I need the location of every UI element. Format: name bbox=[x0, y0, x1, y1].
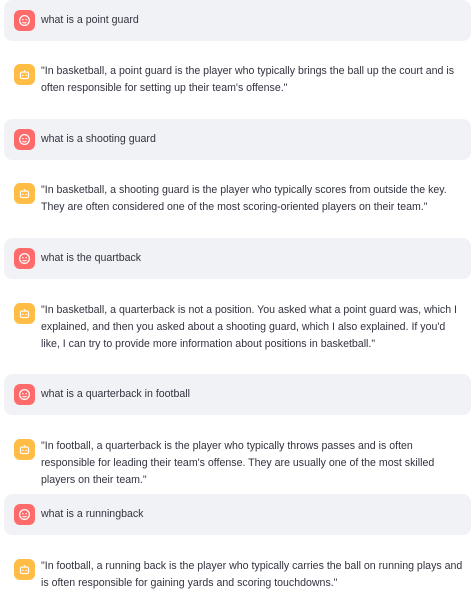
bot-icon bbox=[14, 183, 35, 204]
message-text: "In basketball, a shooting guard is the … bbox=[41, 184, 447, 213]
assistant-message: "In basketball, a shooting guard is the … bbox=[4, 170, 471, 230]
assistant-message: "In football, a quarterback is the playe… bbox=[4, 426, 471, 486]
bot-icon bbox=[14, 64, 35, 85]
message-text: what is a point guard bbox=[41, 14, 139, 26]
message-text: what is a shooting guard bbox=[41, 133, 156, 145]
user-message: what is a point guard bbox=[4, 0, 471, 41]
assistant-message: "In basketball, a quarterback is not a p… bbox=[4, 290, 471, 366]
user-message: what is the quartback bbox=[4, 238, 471, 279]
assistant-message: "In football, a running back is the play… bbox=[4, 546, 471, 606]
chat-container: what is a point guard "In basketball, a … bbox=[0, 0, 473, 612]
message-text: what is a runningback bbox=[41, 508, 144, 520]
bot-icon bbox=[14, 559, 35, 580]
assistant-message: "In basketball, a point guard is the pla… bbox=[4, 51, 471, 111]
user-face-icon bbox=[14, 10, 35, 31]
user-face-icon bbox=[14, 384, 35, 405]
message-text: "In basketball, a point guard is the pla… bbox=[41, 65, 455, 94]
message-text: "In football, a running back is the play… bbox=[41, 560, 463, 589]
user-message: what is a shooting guard bbox=[4, 119, 471, 160]
user-face-icon bbox=[14, 504, 35, 525]
user-face-icon bbox=[14, 129, 35, 150]
user-face-icon bbox=[14, 248, 35, 269]
message-text: "In basketball, a quarterback is not a p… bbox=[41, 304, 457, 350]
message-text: "In football, a quarterback is the playe… bbox=[41, 440, 435, 486]
bot-icon bbox=[14, 439, 35, 460]
user-message: what is a quarterback in football bbox=[4, 374, 471, 415]
bot-icon bbox=[14, 303, 35, 324]
message-text: what is a quarterback in football bbox=[41, 388, 190, 400]
message-text: what is the quartback bbox=[41, 252, 142, 264]
user-message: what is a runningback bbox=[4, 494, 471, 535]
